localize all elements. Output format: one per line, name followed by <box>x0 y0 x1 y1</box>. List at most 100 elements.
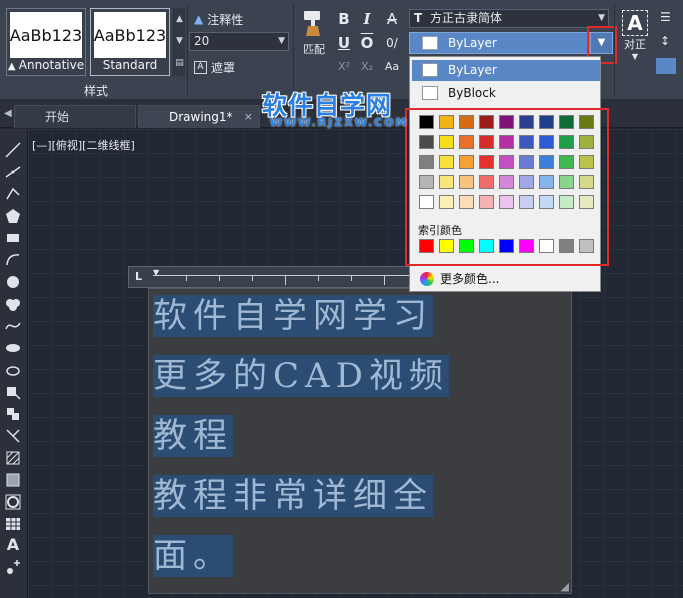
ruler-tick <box>219 276 220 281</box>
truetype-font-icon: T <box>414 11 423 25</box>
polygon-icon[interactable] <box>4 207 22 225</box>
style-gallery-scroll[interactable]: ▲ ▼ ▤ <box>173 8 185 76</box>
add-selected-icon[interactable] <box>4 559 22 577</box>
color-option-label: ByBlock <box>448 86 496 100</box>
tab-menu-icon[interactable]: ◀ <box>4 108 12 119</box>
line-icon[interactable] <box>4 141 22 159</box>
indent-marker[interactable]: ▼ <box>153 268 159 277</box>
gradient-icon[interactable] <box>4 471 22 489</box>
paragraph-spacing-icon[interactable]: ↕ <box>660 34 670 48</box>
divider <box>187 4 188 96</box>
watermark-url: WWW.RJZXW.COM <box>270 116 409 129</box>
gallery-expand-icon[interactable]: ▤ <box>174 52 185 74</box>
mtext-editor[interactable]: 软件自学网学习 更多的CAD视频 教程 教程非常详细全 面。 ◢ <box>148 288 572 594</box>
chevron-down-icon: ▼ <box>278 36 285 46</box>
underline-button[interactable]: U <box>335 34 353 52</box>
hatch-icon[interactable] <box>4 449 22 467</box>
strikethrough-button[interactable]: A <box>383 10 401 28</box>
annotative-button[interactable]: ▲ 注释性 <box>194 10 243 28</box>
region-icon[interactable] <box>4 493 22 511</box>
oblique-button[interactable]: 0/ <box>383 34 401 52</box>
mtext-line[interactable]: 软件自学网学习 <box>153 295 433 337</box>
tab-type-icon[interactable]: L <box>135 270 142 283</box>
match-button[interactable]: 匹配 <box>298 8 330 57</box>
resize-handle-icon[interactable]: ◢ <box>561 580 569 593</box>
justify-label: 对正 <box>624 38 646 51</box>
viewport-controls[interactable]: [—][俯视][二维线框] <box>32 137 135 153</box>
ruler-tick <box>384 276 385 285</box>
color-option-byblock[interactable]: ByBlock <box>412 83 600 104</box>
italic-button[interactable]: I <box>358 10 376 28</box>
ruler-tick <box>285 276 286 285</box>
divider <box>293 4 294 96</box>
ellipse-icon[interactable] <box>4 339 22 357</box>
subscript-button[interactable]: X₂ <box>358 58 376 76</box>
superscript-button[interactable]: X² <box>335 58 353 76</box>
change-case-button[interactable]: Aa <box>383 58 401 76</box>
ellipse-arc-icon[interactable] <box>4 361 22 379</box>
style-name: Annotative <box>18 58 85 72</box>
bold-button[interactable]: B <box>335 10 353 28</box>
polyline-icon[interactable] <box>4 185 22 203</box>
mtext-ruler[interactable]: L ▼ <box>128 266 418 288</box>
revision-cloud-icon[interactable] <box>4 295 22 313</box>
arc-icon[interactable] <box>4 251 22 269</box>
mtext-line[interactable]: 更多的CAD视频 <box>153 355 449 397</box>
mtext-line[interactable]: 教程 <box>153 415 233 457</box>
scroll-down-icon[interactable]: ▼ <box>174 30 185 52</box>
text-height-value: 20 <box>194 34 210 48</box>
text-color-combo[interactable]: ByLayer ▼ <box>409 32 613 54</box>
cad-application: AaBb123 ▲ Annotative AaBb123 Standard ▲ … <box>0 0 683 598</box>
annotative-label: 注释性 <box>207 12 244 27</box>
ruler-tick <box>351 276 352 281</box>
tab-label: Drawing1* <box>169 110 233 124</box>
justify-icon: A <box>622 10 648 36</box>
annotative-icon: ▲ <box>194 12 204 26</box>
style-preview: AaBb123 <box>10 12 82 58</box>
tab-drawing1[interactable]: Drawing1* × <box>138 105 260 128</box>
spline-icon[interactable] <box>4 317 22 335</box>
watermark-logo: 软件自学网 WWW.RJZXW.COM <box>262 86 412 132</box>
ruler-track: ▼ <box>153 268 413 285</box>
style-name: Standard <box>102 58 158 72</box>
chevron-down-icon: ▼ <box>631 52 639 61</box>
style-tile-standard[interactable]: AaBb123 Standard <box>90 8 170 76</box>
multiline-text-icon[interactable]: A <box>4 535 22 554</box>
rectangle-icon[interactable] <box>4 229 22 247</box>
color-swatch <box>422 36 438 50</box>
mask-button[interactable]: A 遮罩 <box>194 58 235 76</box>
table-icon[interactable] <box>4 515 22 533</box>
close-icon[interactable]: × <box>244 106 253 128</box>
style-tile-annotative[interactable]: AaBb123 ▲ Annotative <box>6 8 86 76</box>
style-preview: AaBb123 <box>94 12 166 58</box>
point-icon[interactable] <box>4 427 22 445</box>
overline-button[interactable]: O <box>358 34 376 52</box>
styles-panel-label: 样式 <box>83 84 108 98</box>
construction-line-icon[interactable] <box>4 163 22 181</box>
text-height-combo[interactable]: 20 ▼ <box>189 32 289 51</box>
columns-icon[interactable] <box>656 58 676 74</box>
mask-label: 遮罩 <box>211 60 236 75</box>
chevron-down-icon: ▼ <box>598 13 605 23</box>
font-combo[interactable]: T 方正古隶简体 ▼ <box>409 9 609 28</box>
more-colors-label: 更多颜色... <box>440 272 500 286</box>
ruler-tick <box>252 276 253 281</box>
tab-start[interactable]: 开始 <box>14 105 136 128</box>
more-colors-button[interactable]: 更多颜色... <box>420 270 499 287</box>
justify-button[interactable]: A 对正 ▼ <box>619 10 651 61</box>
match-label: 匹配 <box>303 43 325 56</box>
insert-block-icon[interactable] <box>4 383 22 401</box>
ruler-tick <box>318 276 319 281</box>
draw-toolbar: A <box>0 129 28 598</box>
color-swatch <box>422 86 438 100</box>
mtext-line[interactable]: 面。 <box>153 535 233 577</box>
create-block-icon[interactable] <box>4 405 22 423</box>
color-option-bylayer[interactable]: ByLayer <box>412 60 600 81</box>
circle-icon[interactable] <box>4 273 22 291</box>
color-wheel-icon <box>420 271 434 286</box>
color-grid-highlight <box>405 108 609 266</box>
line-spacing-icon[interactable]: ☰ <box>660 10 671 24</box>
scroll-up-icon[interactable]: ▲ <box>174 8 185 30</box>
mtext-line[interactable]: 教程非常详细全 <box>153 475 433 517</box>
color-swatch <box>422 63 438 77</box>
